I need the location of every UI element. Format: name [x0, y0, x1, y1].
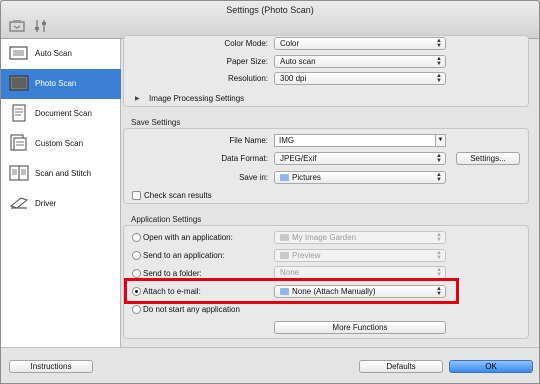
paper-size-label: Paper Size: — [226, 57, 268, 66]
save-in-label: Save in: — [239, 173, 268, 182]
chevron-up-down-icon: ▲ ▼ — [436, 38, 442, 49]
chevron-up-down-icon: ▲ ▼ — [436, 172, 442, 183]
send-to-application-radio[interactable] — [132, 251, 141, 260]
save-in-value: Pictures — [292, 173, 321, 182]
photo-scan-icon — [9, 75, 29, 91]
disclosure-triangle-icon[interactable]: ▶ — [135, 95, 140, 102]
send-to-application-label[interactable]: Send to an application: — [143, 251, 224, 260]
data-format-label: Data Format: — [221, 154, 268, 163]
instructions-button[interactable]: Instructions — [9, 360, 93, 373]
custom-scan-icon — [10, 134, 27, 151]
send-to-application-select[interactable]: Preview ▲ ▼ — [274, 249, 446, 262]
scan-from-operation-panel-icon[interactable] — [9, 19, 25, 33]
save-settings-title: Save Settings — [131, 118, 181, 127]
sidebar-item-label: Scan and Stitch — [35, 169, 92, 178]
sidebar: Auto Scan Photo Scan Document Scan Custo… — [1, 39, 121, 347]
folder-icon — [280, 174, 289, 181]
sidebar-item-scan-and-stitch[interactable]: Scan and Stitch — [1, 159, 121, 189]
color-mode-label: Color Mode: — [224, 39, 268, 48]
sidebar-item-label: Auto Scan — [35, 49, 72, 58]
chevron-up-down-icon: ▲ ▼ — [436, 73, 442, 84]
do-not-start-application-label[interactable]: Do not start any application — [143, 305, 240, 314]
file-name-combo[interactable]: IMG ▼ — [274, 134, 446, 147]
window-title: Settings (Photo Scan) — [226, 5, 314, 15]
resolution-value: 300 dpi — [280, 74, 307, 83]
image-processing-settings-label[interactable]: Image Processing Settings — [149, 94, 244, 103]
open-with-application-select[interactable]: My Image Garden ▲ ▼ — [274, 231, 446, 244]
send-to-folder-value: None — [280, 268, 300, 277]
settings-window: Settings (Photo Scan) Auto Scan Photo Sc… — [0, 0, 540, 384]
sidebar-item-custom-scan[interactable]: Custom Scan — [1, 129, 121, 159]
highlight-box — [124, 278, 459, 304]
file-name-value: IMG — [279, 136, 295, 145]
chevron-down-icon[interactable]: ▼ — [435, 135, 445, 146]
app-icon — [280, 234, 289, 241]
defaults-button[interactable]: Defaults — [359, 360, 443, 373]
chevron-up-down-icon: ▲ ▼ — [436, 232, 442, 243]
open-with-application-label[interactable]: Open with an application: — [143, 233, 233, 242]
sidebar-item-photo-scan[interactable]: Photo Scan — [1, 69, 121, 99]
sidebar-item-driver[interactable]: Driver — [1, 189, 121, 219]
chevron-up-down-icon: ▲ ▼ — [436, 267, 442, 278]
data-format-value: JPEG/Exif — [280, 154, 317, 163]
send-to-application-value: Preview — [292, 251, 321, 260]
document-scan-icon — [12, 104, 26, 122]
do-not-start-application-radio[interactable] — [132, 305, 141, 314]
save-in-select[interactable]: Pictures ▲ ▼ — [274, 171, 446, 184]
title-bar: Settings (Photo Scan) — [1, 1, 539, 39]
open-with-application-value: My Image Garden — [292, 233, 357, 242]
data-format-select[interactable]: JPEG/Exif ▲ ▼ — [274, 152, 446, 165]
resolution-label: Resolution: — [227, 74, 268, 83]
resolution-select[interactable]: 300 dpi ▲ ▼ — [274, 72, 446, 85]
color-mode-value: Color — [280, 39, 300, 48]
sidebar-item-label: Photo Scan — [35, 79, 77, 88]
paper-size-select[interactable]: Auto scan ▲ ▼ — [274, 55, 446, 68]
application-settings-title: Application Settings — [131, 215, 202, 224]
general-settings-icon[interactable] — [33, 19, 49, 33]
send-to-folder-radio[interactable] — [132, 269, 141, 278]
file-name-label: File Name: — [229, 136, 268, 145]
more-functions-button[interactable]: More Functions — [274, 321, 446, 334]
send-to-folder-label[interactable]: Send to a folder: — [143, 269, 202, 278]
scan-and-stitch-icon — [9, 165, 29, 181]
open-with-application-radio[interactable] — [132, 233, 141, 242]
color-mode-select[interactable]: Color ▲ ▼ — [274, 37, 446, 50]
app-icon — [280, 252, 289, 259]
sidebar-item-label: Custom Scan — [35, 139, 84, 148]
data-format-settings-button[interactable]: Settings... — [456, 152, 520, 165]
chevron-up-down-icon: ▲ ▼ — [436, 250, 442, 261]
paper-size-value: Auto scan — [280, 57, 316, 66]
check-scan-results-label[interactable]: Check scan results — [144, 191, 212, 200]
sidebar-item-label: Document Scan — [35, 109, 92, 118]
driver-icon — [9, 197, 29, 209]
chevron-up-down-icon: ▲ ▼ — [436, 153, 442, 164]
check-scan-results-checkbox[interactable] — [132, 191, 141, 200]
auto-scan-icon — [9, 46, 28, 60]
sidebar-item-document-scan[interactable]: Document Scan — [1, 99, 121, 129]
sidebar-item-auto-scan[interactable]: Auto Scan — [1, 39, 121, 69]
sidebar-item-label: Driver — [35, 199, 57, 208]
chevron-up-down-icon: ▲ ▼ — [436, 56, 442, 67]
ok-button[interactable]: OK — [449, 360, 533, 373]
